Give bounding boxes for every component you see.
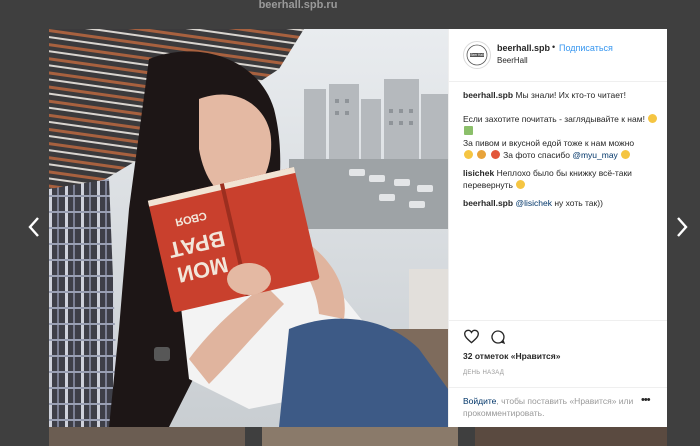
- username-link[interactable]: beerhall.spb: [497, 43, 550, 53]
- add-comment-section: Войдите, чтобы поставить «Нравится» или …: [449, 387, 667, 427]
- post-timestamp: ДЕНЬ НАЗАД: [463, 370, 505, 376]
- avatar[interactable]: Beer Hall: [463, 41, 491, 69]
- comment-author[interactable]: lisichek: [463, 168, 494, 178]
- related-post-thumbnail[interactable]: [262, 427, 458, 446]
- svg-text:Beer Hall: Beer Hall: [470, 53, 483, 57]
- location-link[interactable]: BeerHall: [497, 56, 528, 65]
- smile-emoji-icon: [621, 150, 631, 159]
- comment-author[interactable]: beerhall.spb: [463, 198, 513, 208]
- action-bar: [449, 320, 667, 351]
- comment-author[interactable]: beerhall.spb: [463, 90, 513, 100]
- follow-button[interactable]: Подписаться: [559, 43, 613, 53]
- smile-emoji-icon: [464, 150, 473, 159]
- caption-line-4: За фото спасибо: [503, 150, 570, 160]
- header-separator: •: [552, 42, 556, 52]
- related-post-thumbnail[interactable]: [475, 427, 667, 446]
- book-emoji-icon: [464, 126, 473, 135]
- login-link[interactable]: Войдите: [463, 396, 496, 406]
- mention-link[interactable]: @lisichek: [515, 198, 552, 208]
- caption-line-2: Если захотите почитать - заглядывайте к …: [463, 114, 645, 124]
- caption-line-3: За пивом и вкусной едой тоже к нам можно: [463, 138, 635, 148]
- more-icon[interactable]: •••: [641, 394, 651, 406]
- chevron-left-icon[interactable]: [28, 216, 40, 242]
- likes-count[interactable]: 32 отметок «Нравится»: [463, 351, 560, 361]
- mention-link[interactable]: @myu_may: [572, 150, 617, 160]
- comment-icon[interactable]: [490, 329, 506, 350]
- post-photo: МОИ ВРАТ СВОЯ: [49, 29, 448, 427]
- smile-emoji-icon: [516, 180, 526, 189]
- post-sidebar: Beer Hall beerhall.spb • Подписаться Bee…: [448, 29, 667, 427]
- page-url-text: beerhall.spb.ru: [258, 0, 338, 11]
- related-post-thumbnail[interactable]: [49, 427, 245, 446]
- smile-emoji-icon: [648, 114, 658, 123]
- comment-item: lisichek Неплохо было бы книжку всё-таки…: [463, 167, 659, 191]
- comment-text: ну хоть так)): [554, 198, 603, 208]
- comments-list: beerhall.spb Мы знали! Их кто-то читает!…: [463, 89, 659, 215]
- beer-emoji-icon: [477, 150, 487, 159]
- login-prompt: Войдите, чтобы поставить «Нравится» или …: [463, 395, 638, 419]
- heart-icon[interactable]: [463, 329, 480, 349]
- comment-item: beerhall.spb @lisichek ну хоть так)): [463, 197, 659, 209]
- comment-caption: beerhall.spb Мы знали! Их кто-то читает!…: [463, 89, 659, 161]
- chevron-right-icon[interactable]: [676, 216, 688, 242]
- food-emoji-icon: [490, 150, 500, 159]
- post-header: Beer Hall beerhall.spb • Подписаться Bee…: [449, 29, 667, 82]
- caption-line-1: Мы знали! Их кто-то читает!: [515, 90, 626, 100]
- post-modal: МОИ ВРАТ СВОЯ Beer Hall beerhall.spb • П…: [49, 29, 667, 427]
